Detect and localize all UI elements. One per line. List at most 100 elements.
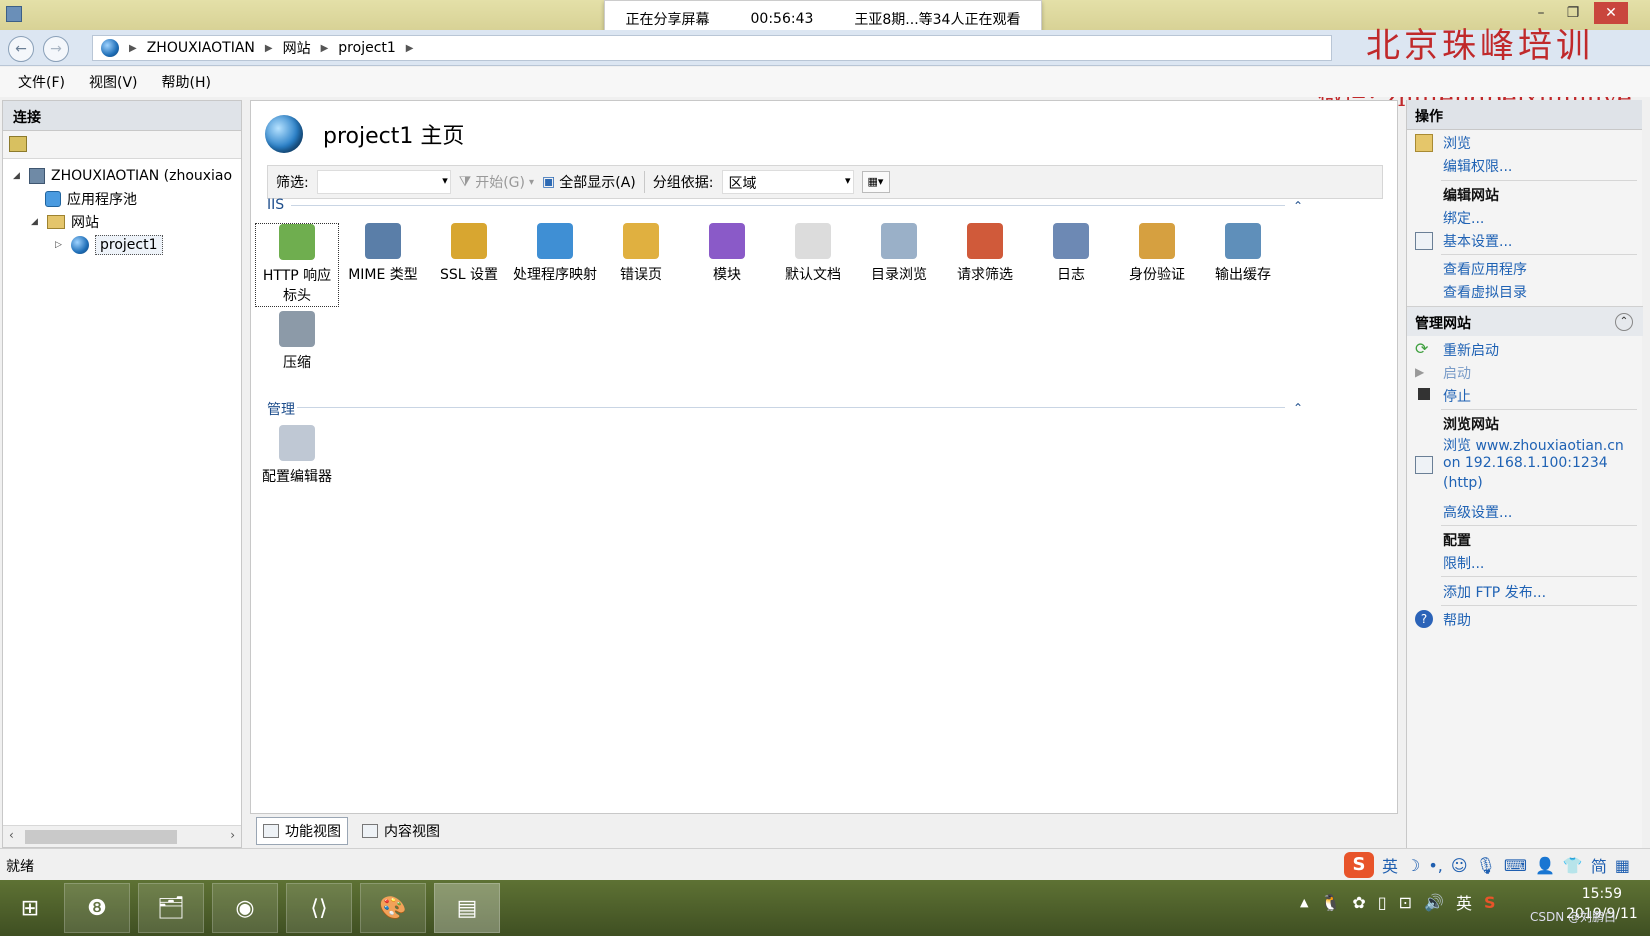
close-button[interactable]: ✕ [1594,2,1628,24]
collapse-iis-icon[interactable]: ⌃ [1293,199,1303,213]
toolbar-divider [643,171,645,193]
grid-menu-icon[interactable]: ▦ [1615,856,1630,875]
mime-types-icon [365,223,401,259]
group-label-iis: IIS [267,197,285,213]
action-help[interactable]: 帮助 [1443,610,1471,630]
feature-tile[interactable]: 请求筛选 [943,223,1027,285]
ime-simplified[interactable]: 简 [1591,853,1607,877]
feature-tile[interactable]: 默认文档 [771,223,855,285]
forward-button[interactable]: → [43,36,69,62]
file-explorer-taskbar-icon[interactable]: 🗂 [138,883,204,933]
ime-lang[interactable]: 英 [1382,853,1398,877]
skin-icon[interactable]: 👕 [1563,856,1583,875]
feature-tile[interactable]: SSL 设置 [427,223,511,285]
tree-node-app-pools[interactable]: 应用程序池 [45,188,137,210]
filter-input[interactable] [316,170,451,194]
microphone-icon[interactable]: 🎙 [1476,856,1496,875]
tab-features-view[interactable]: 功能视图 [256,817,348,845]
menu-help[interactable]: 帮助(H) [162,72,211,92]
share-timer: 00:56:43 [750,11,814,27]
go-button[interactable]: ⧩ 开始(G) ▾ [459,172,534,192]
chrome-taskbar-icon[interactable]: ◉ [212,883,278,933]
tree-node-server[interactable]: ◢ ZHOUXIAOTIAN (zhouxiao [13,165,232,187]
action-view-applications[interactable]: 查看应用程序 [1443,259,1527,279]
action-browse-url[interactable]: 浏览 www.zhouxiaotian.cn [1443,435,1624,455]
qq-tray-icon[interactable]: 🐧 [1320,893,1340,912]
tree-node-sites[interactable]: ◢ 网站 [31,211,99,233]
feature-tile[interactable]: 日志 [1029,223,1113,285]
start-button-icon[interactable]: ⊞ [4,883,56,933]
feature-tile[interactable]: 目录浏览 [857,223,941,285]
action-start[interactable]: 启动 [1443,363,1471,383]
collapse-arrow-icon[interactable]: ◢ [31,217,41,227]
action-basic-settings[interactable]: 基本设置... [1443,231,1512,251]
feature-tile[interactable]: 错误页 [599,223,683,285]
feature-label: SSL 设置 [439,267,499,283]
action-stop[interactable]: 停止 [1443,386,1471,406]
device-tray-icon[interactable]: ▯ [1378,893,1387,912]
scroll-left-icon[interactable]: ‹ [9,828,14,842]
horizontal-scrollbar[interactable]: ‹ › [3,825,241,847]
feature-tile[interactable]: 压缩 [255,311,339,373]
tray-expand-icon[interactable]: ▲ [1300,896,1308,909]
iis-manager-taskbar-icon[interactable]: ▤ [434,883,500,933]
sogou-tray-icon[interactable]: S [1484,893,1496,912]
action-browse-url-line2[interactable]: on 192.168.1.100:1234 [1443,455,1608,471]
feature-tile[interactable]: HTTP 响应标头 [255,223,339,307]
punctuation-icon[interactable]: •, [1428,856,1443,875]
breadcrumb-server[interactable]: ZHOUXIAOTIAN [147,40,255,56]
action-view-virtual-dirs[interactable]: 查看虚拟目录 [1443,282,1527,302]
sogou-logo-icon[interactable]: S [1344,852,1374,878]
action-limits[interactable]: 限制... [1443,553,1484,573]
user-icon[interactable]: 👤 [1535,856,1555,875]
action-bindings[interactable]: 绑定... [1443,208,1484,228]
menu-file[interactable]: 文件(F) [18,72,65,92]
action-restart[interactable]: 重新启动 [1443,340,1499,360]
connect-icon[interactable] [9,136,27,152]
action-advanced-settings[interactable]: 高级设置... [1443,502,1512,522]
tray-lang[interactable]: 英 [1456,890,1472,914]
feature-tile[interactable]: MIME 类型 [341,223,425,285]
group-by-select[interactable]: 区域 [721,170,854,194]
vscode-taskbar-icon[interactable]: ⟨⟩ [286,883,352,933]
flower-tray-icon[interactable]: ✿ [1352,893,1365,912]
breadcrumb[interactable]: ▶ ZHOUXIAOTIAN ▶ 网站 ▶ project1 ▶ [92,35,1332,61]
expand-arrow-icon[interactable]: ▷ [55,240,65,250]
actions-divider [1441,254,1637,255]
collapse-management-icon[interactable]: ⌃ [1293,401,1303,415]
site-globe-icon [265,115,303,153]
configuration-editor-icon [279,425,315,461]
scroll-right-icon[interactable]: › [230,828,235,842]
actions-title: 操作 [1407,100,1642,130]
feature-tile[interactable]: 身份验证 [1115,223,1199,285]
network-tray-icon[interactable]: ⊡ [1399,893,1412,912]
emoji-icon[interactable]: ☺ [1451,856,1468,875]
show-all-button[interactable]: ▣ 全部显示(A) [542,172,636,192]
chevron-down-icon: ▾ [529,176,535,188]
action-add-ftp[interactable]: 添加 FTP 发布... [1443,582,1546,602]
back-button[interactable]: ← [8,36,34,62]
tree-node-project1[interactable]: ▷ project1 [55,234,163,256]
collapse-arrow-icon[interactable]: ◢ [13,171,23,181]
server-icon [29,168,45,184]
scrollbar-thumb[interactable] [25,830,177,844]
volume-icon[interactable]: 🔊 [1424,893,1444,912]
feature-tile[interactable]: 处理程序映射 [513,223,597,285]
view-mode-icon[interactable]: ▦▾ [861,171,890,193]
feature-tile[interactable]: 配置编辑器 [255,425,339,487]
moon-icon[interactable]: ☽ [1406,856,1420,875]
action-browse[interactable]: 浏览 [1443,133,1471,153]
collapse-section-icon[interactable]: ⌃ [1615,313,1633,331]
breadcrumb-sites[interactable]: 网站 [283,38,311,58]
qq-taskbar-icon[interactable]: ❽ [64,883,130,933]
tab-content-view[interactable]: 内容视图 [356,818,446,844]
action-edit-permissions[interactable]: 编辑权限... [1443,156,1512,176]
menu-view[interactable]: 视图(V) [89,72,138,92]
paint-taskbar-icon[interactable]: 🎨 [360,883,426,933]
action-browse-url-line3[interactable]: (http) [1443,475,1483,491]
feature-tile[interactable]: 模块 [685,223,769,285]
keyboard-icon[interactable]: ⌨ [1504,856,1527,875]
feature-tile[interactable]: 输出缓存 [1201,223,1285,285]
breadcrumb-site[interactable]: project1 [338,40,396,56]
actions-divider [1441,180,1637,181]
